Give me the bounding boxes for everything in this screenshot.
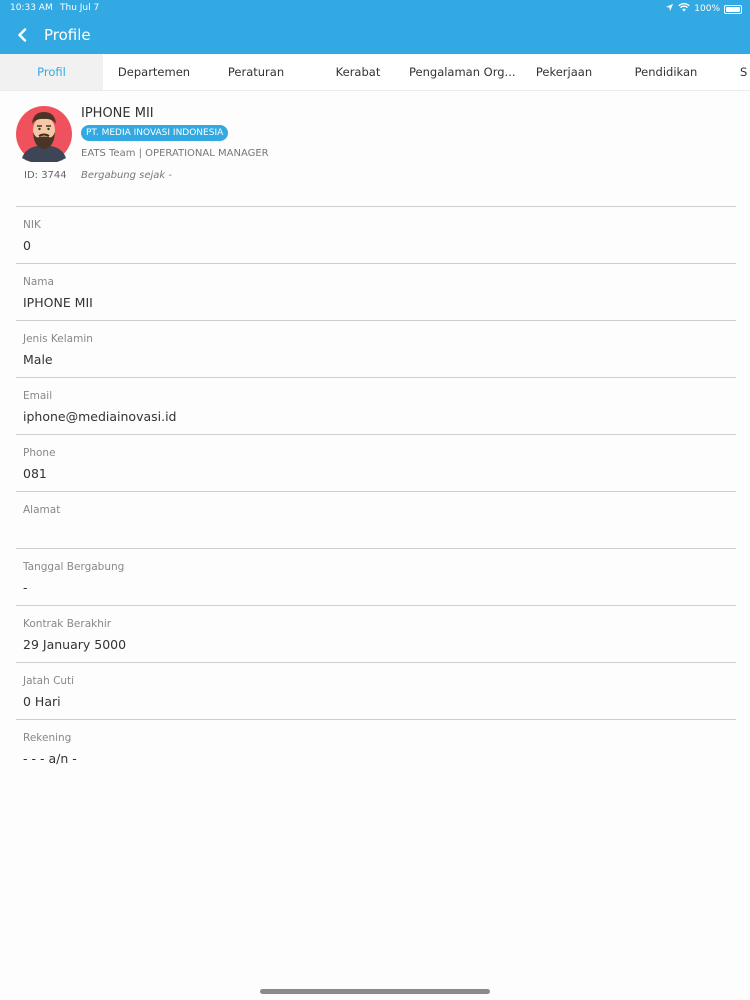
joined-since: Bergabung sejak - <box>81 170 172 181</box>
avatar <box>16 106 72 164</box>
field-label: Rekening <box>23 732 72 744</box>
field-value: - <box>23 580 28 595</box>
tab-overflow[interactable]: S <box>740 54 750 90</box>
field-label: NIK <box>23 219 41 231</box>
home-indicator[interactable] <box>260 989 490 994</box>
team-role: EATS Team | OPERATIONAL MANAGER <box>81 148 269 159</box>
field-kontrak-berakhir: Kontrak Berakhir 29 January 5000 <box>16 605 736 662</box>
back-button[interactable] <box>12 25 32 47</box>
wifi-icon <box>678 3 690 15</box>
field-value: 081 <box>23 466 47 481</box>
field-label: Nama <box>23 276 54 288</box>
tab-pekerjaan[interactable]: Pekerjaan <box>513 54 615 90</box>
tab-bar: Profil Departemen Peraturan Kerabat Peng… <box>0 54 750 91</box>
field-label: Tanggal Bergabung <box>23 561 125 573</box>
field-nama: Nama IPHONE MII <box>16 263 736 320</box>
field-value: Male <box>23 352 53 367</box>
field-rekening: Rekening - - - a/n - <box>16 719 736 776</box>
tab-profil[interactable]: Profil <box>0 54 103 90</box>
field-value: 29 January 5000 <box>23 637 127 652</box>
field-label: Phone <box>23 447 56 459</box>
field-phone: Phone 081 <box>16 434 736 491</box>
field-jatah-cuti: Jatah Cuti 0 Hari <box>16 662 736 719</box>
tab-pendidikan[interactable]: Pendidikan <box>615 54 717 90</box>
field-jenis-kelamin: Jenis Kelamin Male <box>16 320 736 377</box>
employee-id: ID: 3744 <box>24 170 67 181</box>
field-label: Kontrak Berakhir <box>23 618 112 630</box>
field-value: 0 Hari <box>23 694 61 709</box>
field-label: Jatah Cuti <box>23 675 75 687</box>
page-title: Profile <box>44 26 91 44</box>
status-bar: 10:33 AM Thu Jul 7 100% <box>0 0 750 18</box>
field-value: 0 <box>23 238 31 253</box>
chevron-left-icon <box>17 27 27 46</box>
app-bar: Profile <box>0 18 750 54</box>
field-email: Email iphone@mediainovasi.id <box>16 377 736 434</box>
battery-percentage: 100% <box>694 4 720 14</box>
field-value: - - - a/n - <box>23 751 77 766</box>
tab-kerabat[interactable]: Kerabat <box>307 54 409 90</box>
field-value: iphone@mediainovasi.id <box>23 409 177 424</box>
tab-pengalaman-organisasi[interactable]: Pengalaman Org... <box>409 54 516 90</box>
profile-header: ID: 3744 IPHONE MII PT. MEDIA INOVASI IN… <box>16 100 736 200</box>
status-indicators: 100% <box>665 3 742 15</box>
field-label: Alamat <box>23 504 61 516</box>
tab-peraturan[interactable]: Peraturan <box>205 54 307 90</box>
field-tanggal-bergabung: Tanggal Bergabung - <box>16 548 736 605</box>
field-nik: NIK 0 <box>16 206 736 263</box>
field-value: IPHONE MII <box>23 295 93 310</box>
employee-name: IPHONE MII <box>81 106 154 121</box>
field-alamat: Alamat <box>16 491 736 548</box>
tab-departemen[interactable]: Departemen <box>103 54 205 90</box>
location-arrow-icon <box>665 3 674 15</box>
company-badge: PT. MEDIA INOVASI INDONESIA <box>81 125 229 141</box>
field-label: Jenis Kelamin <box>23 333 93 345</box>
field-label: Email <box>23 390 53 402</box>
status-time: 10:33 AM <box>10 3 53 13</box>
status-date: Thu Jul 7 <box>60 3 100 13</box>
battery-icon <box>724 4 742 14</box>
